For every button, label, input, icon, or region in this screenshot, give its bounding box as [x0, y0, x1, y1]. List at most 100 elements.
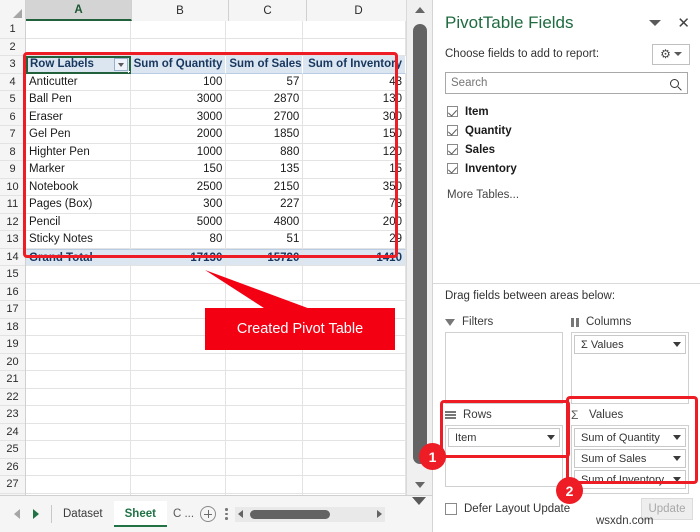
- row-number[interactable]: 14: [0, 248, 25, 266]
- column-header-b[interactable]: B: [132, 0, 229, 21]
- select-all-corner[interactable]: [0, 0, 26, 21]
- sheet-tab-dataset[interactable]: Dataset: [52, 501, 114, 527]
- row-number[interactable]: 9: [0, 161, 25, 179]
- cell-a[interactable]: [26, 266, 131, 284]
- cell-a[interactable]: [26, 38, 131, 56]
- pivot-header-sales[interactable]: Sum of Sales: [226, 56, 304, 74]
- sheet-tab-partial[interactable]: C ...: [167, 508, 194, 520]
- row-number[interactable]: 2: [0, 38, 25, 56]
- cell-c[interactable]: [226, 476, 304, 494]
- columns-field-values[interactable]: Σ Values: [574, 335, 686, 354]
- pivot-cell-item[interactable]: Eraser: [26, 108, 131, 126]
- values-field-sum-of-sales[interactable]: Sum of Sales: [574, 449, 686, 468]
- row-number[interactable]: 11: [0, 196, 25, 214]
- cell-a[interactable]: [26, 301, 131, 319]
- row-number[interactable]: 19: [0, 336, 25, 354]
- cell-a[interactable]: [26, 406, 131, 424]
- pivot-cell-sales[interactable]: 227: [226, 196, 304, 214]
- hscroll-right-icon[interactable]: [377, 510, 383, 518]
- chevron-down-icon[interactable]: [673, 477, 681, 482]
- row-number[interactable]: 21: [0, 371, 25, 389]
- values-field-sum-of-quantity[interactable]: Sum of Quantity: [574, 428, 686, 447]
- sheet-prev-icon[interactable]: [14, 509, 20, 519]
- horizontal-scrollbar[interactable]: [235, 506, 386, 522]
- column-header-a[interactable]: A: [26, 0, 132, 21]
- cell-c[interactable]: [226, 441, 304, 459]
- cell-c[interactable]: [226, 353, 304, 371]
- cell-b[interactable]: [130, 423, 227, 441]
- pivot-cell-inventory[interactable]: 15: [303, 161, 406, 179]
- pivot-cell-sales[interactable]: 57: [226, 73, 304, 91]
- pivot-cell-item[interactable]: Ball Pen: [26, 91, 131, 109]
- row-number[interactable]: 24: [0, 423, 25, 441]
- row-number[interactable]: 3: [0, 56, 25, 74]
- cell-d[interactable]: [303, 423, 406, 441]
- pivot-cell-sales[interactable]: 2150: [226, 178, 304, 196]
- cell-d[interactable]: [303, 476, 406, 494]
- cell-a[interactable]: [26, 458, 131, 476]
- chevron-down-icon[interactable]: [673, 342, 681, 347]
- selection-handle[interactable]: [127, 70, 130, 73]
- field-item-inventory[interactable]: Inventory: [447, 159, 700, 178]
- search-input[interactable]: [451, 77, 670, 89]
- field-checkbox-inventory[interactable]: [447, 163, 458, 174]
- vertical-scrollbar[interactable]: [406, 0, 433, 495]
- pivot-cell-sales[interactable]: 51: [226, 231, 304, 249]
- row-number[interactable]: 1: [0, 21, 25, 39]
- row-number[interactable]: 22: [0, 388, 25, 406]
- cell-b[interactable]: [130, 38, 227, 56]
- search-box[interactable]: [445, 72, 688, 94]
- cell-b[interactable]: [130, 476, 227, 494]
- row-number[interactable]: 15: [0, 266, 25, 284]
- row-number[interactable]: 20: [0, 353, 25, 371]
- pivot-cell-sales[interactable]: 1850: [226, 126, 304, 144]
- pivot-cell-sales[interactable]: 2700: [226, 108, 304, 126]
- field-list-settings-button[interactable]: ⚙: [652, 43, 690, 65]
- pivot-cell-quantity[interactable]: 1000: [130, 143, 227, 161]
- row-number[interactable]: 4: [0, 73, 25, 91]
- pivot-cell-quantity[interactable]: 150: [130, 161, 227, 179]
- grand-total-label[interactable]: Grand Total: [26, 248, 131, 266]
- vertical-scroll-track[interactable]: [407, 20, 433, 475]
- hscroll-left-icon[interactable]: [238, 510, 244, 518]
- pivot-cell-item[interactable]: Pencil: [26, 213, 131, 231]
- row-number[interactable]: 5: [0, 91, 25, 109]
- column-header-d[interactable]: D: [307, 0, 411, 21]
- defer-layout-update-row[interactable]: Defer Layout Update: [445, 503, 570, 515]
- sheet-nav-arrows[interactable]: [0, 509, 51, 519]
- pivot-cell-sales[interactable]: 4800: [226, 213, 304, 231]
- area-rows[interactable]: Rows Item: [445, 405, 563, 487]
- cell-a[interactable]: [26, 441, 131, 459]
- pivot-header-quantity[interactable]: Sum of Quantity: [130, 56, 227, 74]
- cell-c[interactable]: [226, 38, 304, 56]
- pivot-cell-inventory[interactable]: 130: [303, 91, 406, 109]
- cell-a[interactable]: [26, 353, 131, 371]
- cell-d[interactable]: [303, 371, 406, 389]
- cell-a[interactable]: [26, 21, 131, 39]
- cell-c[interactable]: [226, 21, 304, 39]
- pivot-cell-sales[interactable]: 880: [226, 143, 304, 161]
- row-labels-filter-button[interactable]: [113, 58, 128, 71]
- horizontal-scroll-thumb[interactable]: [250, 509, 331, 519]
- chevron-down-icon[interactable]: [547, 435, 555, 440]
- cell-d[interactable]: [303, 266, 406, 284]
- cell-c[interactable]: [226, 406, 304, 424]
- cell-a[interactable]: [26, 371, 131, 389]
- pivot-cell-inventory[interactable]: 29: [303, 231, 406, 249]
- pivot-header-inventory[interactable]: Sum of Inventory: [303, 56, 406, 74]
- field-checkbox-sales[interactable]: [447, 144, 458, 155]
- cell-c[interactable]: [226, 423, 304, 441]
- rows-field-item[interactable]: Item: [448, 428, 560, 447]
- pivot-cell-quantity[interactable]: 80: [130, 231, 227, 249]
- area-values-body[interactable]: Sum of Quantity Sum of Sales Sum of Invent…: [571, 425, 689, 494]
- cell-a[interactable]: [26, 318, 131, 336]
- field-checkbox-item[interactable]: [447, 106, 458, 117]
- sheet-overflow-icon[interactable]: [225, 508, 228, 520]
- cell-d[interactable]: [303, 458, 406, 476]
- row-number[interactable]: 8: [0, 143, 25, 161]
- scroll-up-icon[interactable]: [407, 0, 433, 20]
- cell-a[interactable]: [26, 423, 131, 441]
- field-checkbox-quantity[interactable]: [447, 125, 458, 136]
- cell-b[interactable]: [130, 388, 227, 406]
- row-number[interactable]: 16: [0, 283, 25, 301]
